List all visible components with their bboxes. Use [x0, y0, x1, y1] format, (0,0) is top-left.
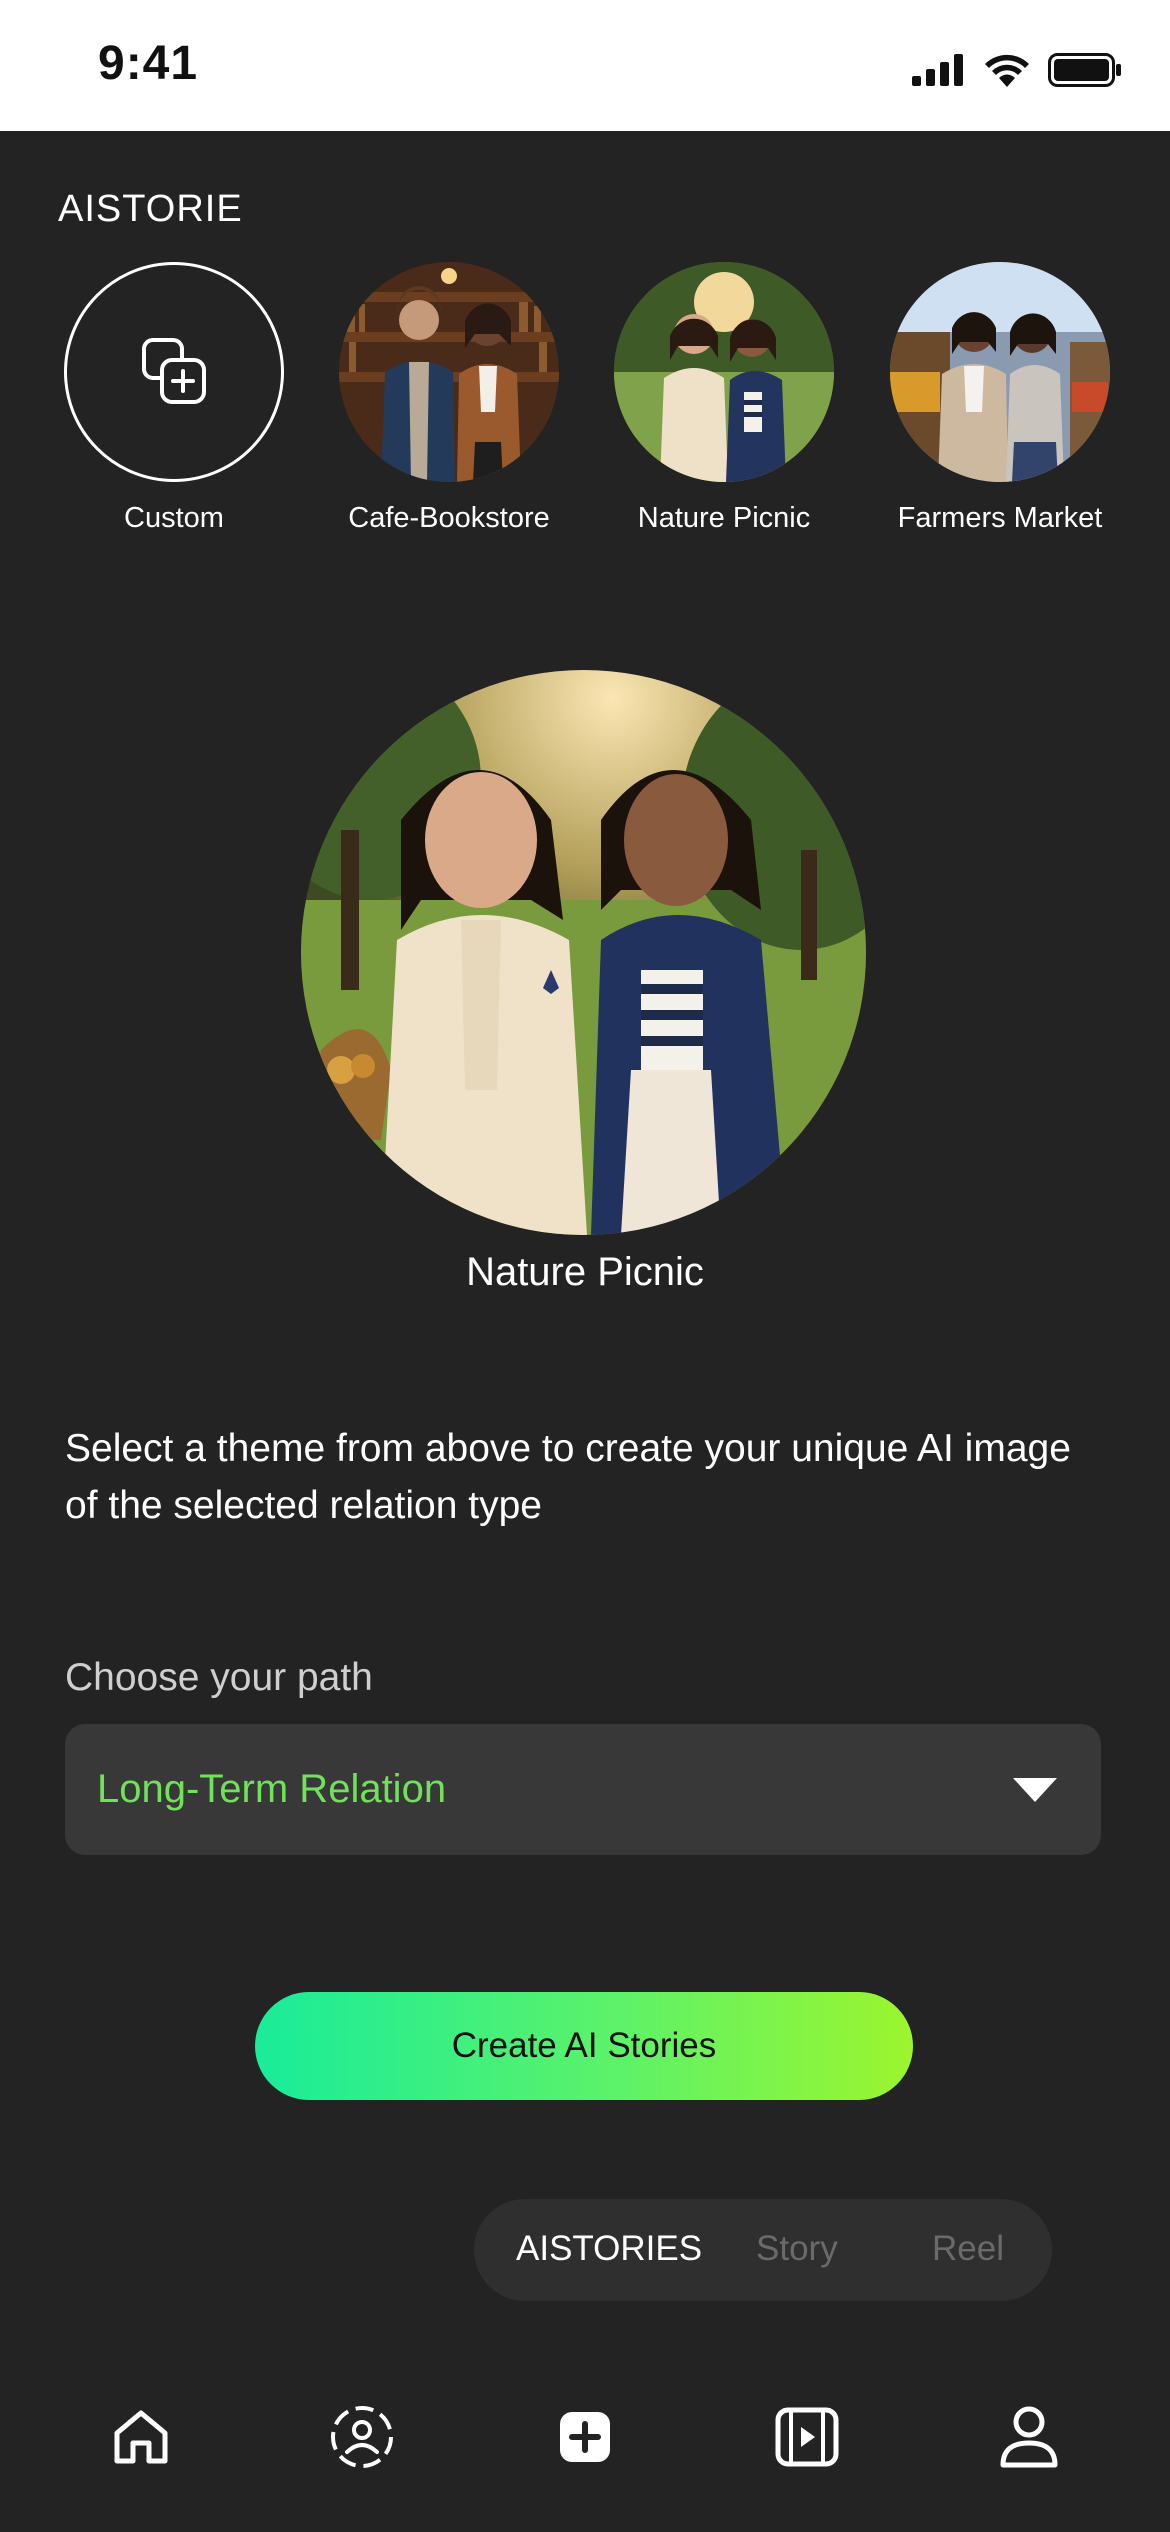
- create-ai-stories-button[interactable]: Create AI Stories: [255, 1992, 913, 2100]
- theme-cafe-bookstore[interactable]: Cafe-Bookstore: [331, 262, 567, 535]
- add-icon: [560, 2412, 610, 2462]
- status-time: 9:41: [98, 37, 199, 90]
- farmers-market-photo: [890, 262, 1110, 482]
- theme-custom[interactable]: Custom: [56, 262, 292, 535]
- theme-label-custom: Custom: [124, 502, 224, 534]
- nature-picnic-preview-photo: [301, 670, 866, 1235]
- signal-icon: [912, 54, 963, 86]
- user-icon: [1000, 2406, 1058, 2468]
- nav-home[interactable]: [106, 2402, 176, 2472]
- path-dropdown-value: Long-Term Relation: [97, 1767, 447, 1811]
- path-label: Choose your path: [65, 1656, 373, 1699]
- wifi-icon: [985, 54, 1029, 87]
- theme-description: Select a theme from above to create your…: [65, 1427, 1071, 1527]
- nav-profile-dashed[interactable]: [327, 2402, 397, 2472]
- nature-picnic-thumbnail[interactable]: [614, 262, 834, 482]
- bottom-navigation: [0, 2370, 1170, 2532]
- battery-icon: [1048, 53, 1121, 87]
- theme-label-farmers-market: Farmers Market: [897, 502, 1103, 534]
- cafe-bookstore-photo: [339, 262, 559, 482]
- path-dropdown[interactable]: Long-Term Relation: [65, 1724, 1101, 1855]
- dropdown-caret-icon: [1013, 1778, 1057, 1802]
- selected-theme-preview: [301, 670, 866, 1235]
- theme-label-nature-picnic: Nature Picnic: [637, 502, 811, 534]
- nav-add[interactable]: [550, 2402, 620, 2472]
- cafe-bookstore-thumbnail[interactable]: [339, 262, 559, 482]
- mode-switch[interactable]: AISTORIES Story Reel: [474, 2199, 1052, 2301]
- section-title: AISTORIE: [58, 188, 243, 230]
- tab-aistories[interactable]: AISTORIES: [516, 2229, 702, 2269]
- custom-theme-circle[interactable]: [64, 262, 284, 482]
- nature-picnic-photo: [614, 262, 834, 482]
- profile-dashed-icon: [331, 2406, 393, 2468]
- farmers-market-thumbnail[interactable]: [890, 262, 1110, 482]
- theme-label-cafe-bookstore: Cafe-Bookstore: [348, 502, 550, 534]
- selected-theme-label: Nature Picnic: [466, 1250, 704, 1294]
- add-image-icon: [142, 338, 206, 404]
- theme-carousel[interactable]: Custom Cafe-Bookstore Nature Picnic Farm…: [0, 262, 1170, 542]
- video-icon: [775, 2407, 839, 2467]
- tab-story[interactable]: Story: [756, 2229, 838, 2269]
- tab-reel[interactable]: Reel: [932, 2229, 1004, 2269]
- status-icons: [912, 50, 1122, 90]
- home-icon: [114, 2410, 168, 2464]
- nav-video[interactable]: [772, 2402, 842, 2472]
- theme-farmers-market[interactable]: Farmers Market: [882, 262, 1118, 535]
- nav-user[interactable]: [994, 2402, 1064, 2472]
- theme-nature-picnic[interactable]: Nature Picnic: [606, 262, 842, 535]
- status-bar: 9:41: [0, 0, 1170, 131]
